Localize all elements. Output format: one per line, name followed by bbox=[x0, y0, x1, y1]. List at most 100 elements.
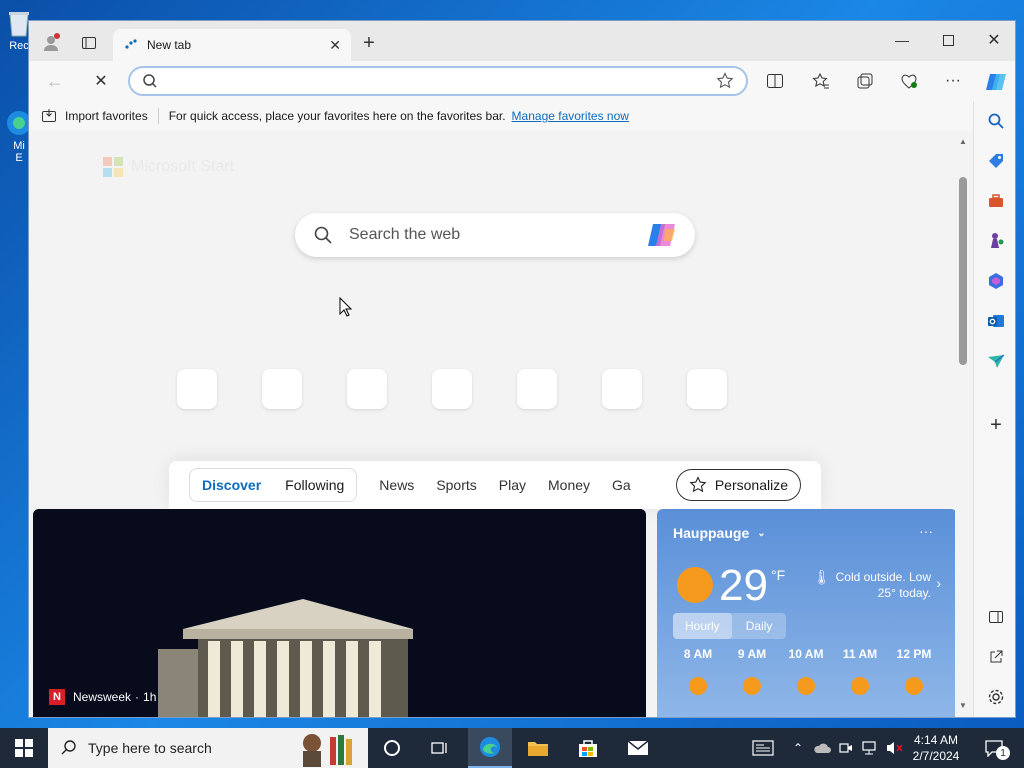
search-icon bbox=[314, 226, 332, 244]
sidebar-panel-icon bbox=[989, 611, 1003, 623]
start-button[interactable] bbox=[2, 728, 46, 768]
page-scrollbar[interactable]: ▲ ▼ bbox=[955, 131, 971, 717]
quick-link-tile[interactable] bbox=[517, 369, 557, 409]
copilot-button[interactable] bbox=[983, 69, 1009, 95]
hide-sidebar-button[interactable] bbox=[986, 607, 1006, 627]
back-button[interactable]: ← bbox=[43, 69, 67, 93]
quick-link-tile[interactable] bbox=[262, 369, 302, 409]
hour-label: 12 PM bbox=[896, 647, 932, 661]
sidebar-add-button[interactable]: + bbox=[986, 414, 1006, 436]
taskbar-store-button[interactable] bbox=[566, 728, 610, 768]
tab-actions-button[interactable] bbox=[77, 31, 101, 55]
tab-money[interactable]: Money bbox=[548, 477, 590, 493]
toolbox-icon bbox=[989, 194, 1003, 207]
web-search-box[interactable]: Search the web bbox=[295, 213, 695, 257]
sidebar-outlook-button[interactable] bbox=[986, 311, 1006, 331]
sidebar-shopping-button[interactable] bbox=[986, 151, 1006, 171]
minimize-button[interactable]: — bbox=[887, 25, 917, 55]
hourly-forecast-item: 9 AM bbox=[727, 647, 777, 695]
split-screen-button[interactable] bbox=[765, 71, 785, 91]
task-view-button[interactable] bbox=[418, 728, 462, 768]
sparkle-star-icon bbox=[689, 476, 707, 493]
personalize-button[interactable]: Personalize bbox=[675, 469, 801, 501]
meet-now-button[interactable] bbox=[836, 728, 856, 768]
news-interests-button[interactable] bbox=[746, 728, 780, 768]
manage-favorites-link[interactable]: Manage favorites now bbox=[512, 109, 629, 123]
gear-icon bbox=[988, 689, 1004, 705]
taskbar-search-box[interactable]: Type here to search bbox=[48, 728, 368, 768]
weather-tabs: Hourly Daily bbox=[673, 613, 787, 639]
import-favorites-button[interactable]: Import favorites bbox=[41, 108, 148, 124]
taskbar-edge-button[interactable] bbox=[468, 728, 512, 768]
settings-more-button[interactable]: ··· bbox=[943, 71, 963, 91]
clock[interactable]: 4:14 AM 2/7/2024 bbox=[908, 728, 964, 768]
camera-icon bbox=[839, 743, 852, 753]
brand-row: Microsoft Start bbox=[103, 157, 234, 177]
edge-icon bbox=[480, 737, 500, 757]
weather-card[interactable]: Hauppauge ⌄ ··· 29 °F 🌡 Cold outside. Lo… bbox=[657, 509, 957, 717]
news-icon bbox=[752, 740, 774, 756]
scroll-up-icon[interactable]: ▲ bbox=[959, 137, 967, 146]
tab-play[interactable]: Play bbox=[499, 477, 526, 493]
sidebar-tools-button[interactable] bbox=[986, 191, 1006, 211]
chevron-right-icon[interactable]: › bbox=[936, 575, 941, 591]
tab-news[interactable]: News bbox=[379, 477, 414, 493]
favorites-button[interactable] bbox=[811, 71, 831, 91]
scroll-down-icon[interactable]: ▼ bbox=[959, 701, 967, 710]
close-window-button[interactable]: ✕ bbox=[979, 25, 1009, 55]
task-view-cortana-button[interactable] bbox=[370, 728, 414, 768]
search-highlight-illustration-icon bbox=[303, 734, 352, 767]
plus-icon: + bbox=[363, 31, 375, 54]
network-button[interactable] bbox=[858, 728, 880, 768]
onedrive-button[interactable] bbox=[810, 728, 834, 768]
hour-label: 11 AM bbox=[842, 647, 878, 661]
tab-discover[interactable]: Discover bbox=[190, 477, 273, 493]
profile-button[interactable] bbox=[39, 31, 63, 55]
more-options-icon[interactable]: ··· bbox=[919, 523, 933, 539]
collections-button[interactable] bbox=[855, 71, 875, 91]
close-tab-icon[interactable]: ✕ bbox=[329, 37, 341, 54]
volume-button[interactable] bbox=[882, 728, 906, 768]
sidebar-games-button[interactable] bbox=[986, 231, 1006, 251]
chevron-down-icon[interactable]: ⌄ bbox=[757, 528, 765, 539]
desktop-icon-label: Rec bbox=[9, 40, 29, 52]
open-external-button[interactable] bbox=[986, 647, 1006, 667]
sidebar-search-button[interactable] bbox=[986, 111, 1006, 131]
news-card[interactable]: N Newsweek · 1h bbox=[33, 509, 646, 717]
quick-link-tile[interactable] bbox=[177, 369, 217, 409]
show-hidden-icons-button[interactable]: ⌃ bbox=[788, 728, 808, 768]
sidebar-settings-button[interactable] bbox=[986, 687, 1006, 707]
scroll-thumb[interactable] bbox=[959, 177, 967, 365]
tab-following[interactable]: Following bbox=[273, 477, 356, 493]
address-input[interactable] bbox=[168, 73, 716, 89]
tab-sports[interactable]: Sports bbox=[436, 477, 476, 493]
favorite-star-icon[interactable] bbox=[716, 72, 734, 90]
weather-header: Hauppauge ⌄ bbox=[673, 525, 766, 541]
address-bar[interactable] bbox=[128, 66, 748, 96]
sun-icon bbox=[851, 677, 869, 695]
quick-link-tile[interactable] bbox=[602, 369, 642, 409]
action-center-button[interactable]: 1 bbox=[978, 728, 1010, 768]
tab-daily[interactable]: Daily bbox=[732, 613, 787, 639]
copilot-icon[interactable] bbox=[647, 221, 677, 249]
tab-games[interactable]: Ga bbox=[612, 477, 631, 493]
sidebar-drop-button[interactable] bbox=[986, 351, 1006, 371]
quick-link-tile[interactable] bbox=[347, 369, 387, 409]
weather-location[interactable]: Hauppauge bbox=[673, 525, 749, 541]
task-view-icon bbox=[431, 742, 447, 754]
new-tab-button[interactable]: + bbox=[359, 31, 379, 54]
sidebar-microsoft365-button[interactable] bbox=[986, 271, 1006, 291]
stop-loading-button[interactable]: ✕ bbox=[89, 69, 113, 93]
browser-essentials-button[interactable] bbox=[899, 71, 919, 91]
taskbar-mail-button[interactable] bbox=[616, 728, 660, 768]
collections-icon bbox=[857, 73, 873, 89]
taskbar-file-explorer-button[interactable] bbox=[516, 728, 560, 768]
chevron-up-icon: ⌃ bbox=[792, 741, 804, 755]
quick-link-tile[interactable] bbox=[687, 369, 727, 409]
tab-new-tab[interactable]: New tab ✕ bbox=[113, 29, 351, 61]
supreme-court-image bbox=[33, 509, 646, 717]
back-arrow-icon: ← bbox=[46, 70, 64, 91]
maximize-button[interactable] bbox=[933, 25, 963, 55]
tab-hourly[interactable]: Hourly bbox=[673, 613, 732, 639]
quick-link-tile[interactable] bbox=[432, 369, 472, 409]
